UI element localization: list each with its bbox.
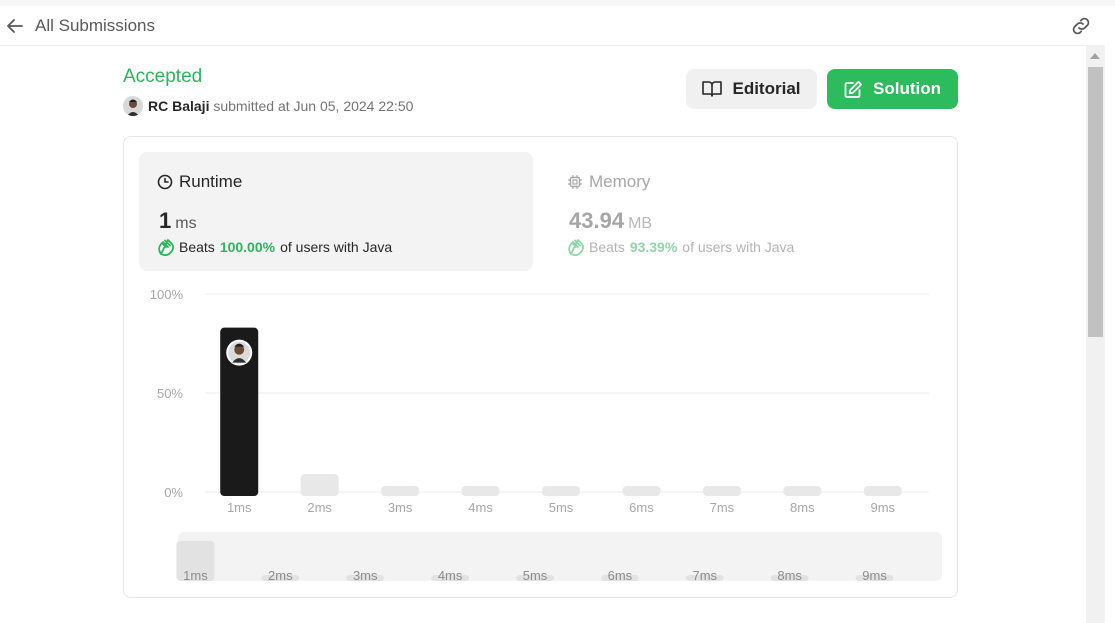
editorial-button[interactable]: Editorial <box>686 69 817 109</box>
distribution-overview-panel[interactable] <box>178 532 942 581</box>
runtime-value: 1 ms <box>159 208 197 234</box>
submission-status: Accepted <box>123 66 203 87</box>
submission-meta: RC Balaji submitted at Jun 05, 2024 22:5… <box>148 98 413 114</box>
runtime-panel[interactable]: Runtime 1 ms Beats 100.00% of users with … <box>139 152 533 271</box>
memory-title: Memory <box>567 172 650 192</box>
runtime-beats-suffix: of users with Java <box>280 239 393 255</box>
editorial-label: Editorial <box>732 79 801 98</box>
clap-icon <box>568 239 584 256</box>
memory-title-label: Memory <box>589 172 651 191</box>
solution-label: Solution <box>873 79 941 98</box>
edit-icon <box>844 80 863 98</box>
memory-panel[interactable]: Memory 43.94 MB Beats 93.39% of users wit… <box>549 152 943 271</box>
memory-beats: Beats 93.39% of users with Java <box>567 238 794 256</box>
book-icon <box>702 81 723 97</box>
memory-number: 43.94 <box>569 208 625 233</box>
memory-beats-percent: 93.39% <box>629 239 678 255</box>
scroll-thumb[interactable] <box>1088 67 1103 337</box>
header-bar: All Submissions <box>0 6 1105 46</box>
memory-beats-label: Beats <box>589 239 625 255</box>
username-link[interactable]: RC Balaji <box>148 98 209 114</box>
memory-beats-suffix: of users with Java <box>682 239 795 255</box>
runtime-unit: ms <box>175 215 197 232</box>
chip-icon <box>568 175 582 189</box>
user-avatar[interactable] <box>123 96 143 116</box>
memory-value: 43.94 MB <box>569 208 652 234</box>
clock-icon <box>157 174 173 190</box>
link-icon[interactable] <box>1069 14 1093 38</box>
runtime-beats-label: Beats <box>179 239 215 255</box>
solution-button[interactable]: Solution <box>827 69 958 109</box>
scroll-up-arrow-icon[interactable] <box>1090 53 1100 59</box>
runtime-number: 1 <box>159 208 172 233</box>
clap-icon <box>158 239 174 256</box>
runtime-title-label: Runtime <box>179 172 243 191</box>
runtime-title: Runtime <box>157 172 242 192</box>
scrollbar[interactable] <box>1086 45 1105 623</box>
runtime-beats: Beats 100.00% of users with Java <box>157 238 392 256</box>
runtime-beats-percent: 100.00% <box>219 239 276 255</box>
memory-unit: MB <box>628 215 653 232</box>
submitted-time: submitted at Jun 05, 2024 22:50 <box>213 98 414 114</box>
all-submissions-link[interactable]: All Submissions <box>35 16 155 36</box>
back-arrow-icon[interactable] <box>5 16 25 36</box>
